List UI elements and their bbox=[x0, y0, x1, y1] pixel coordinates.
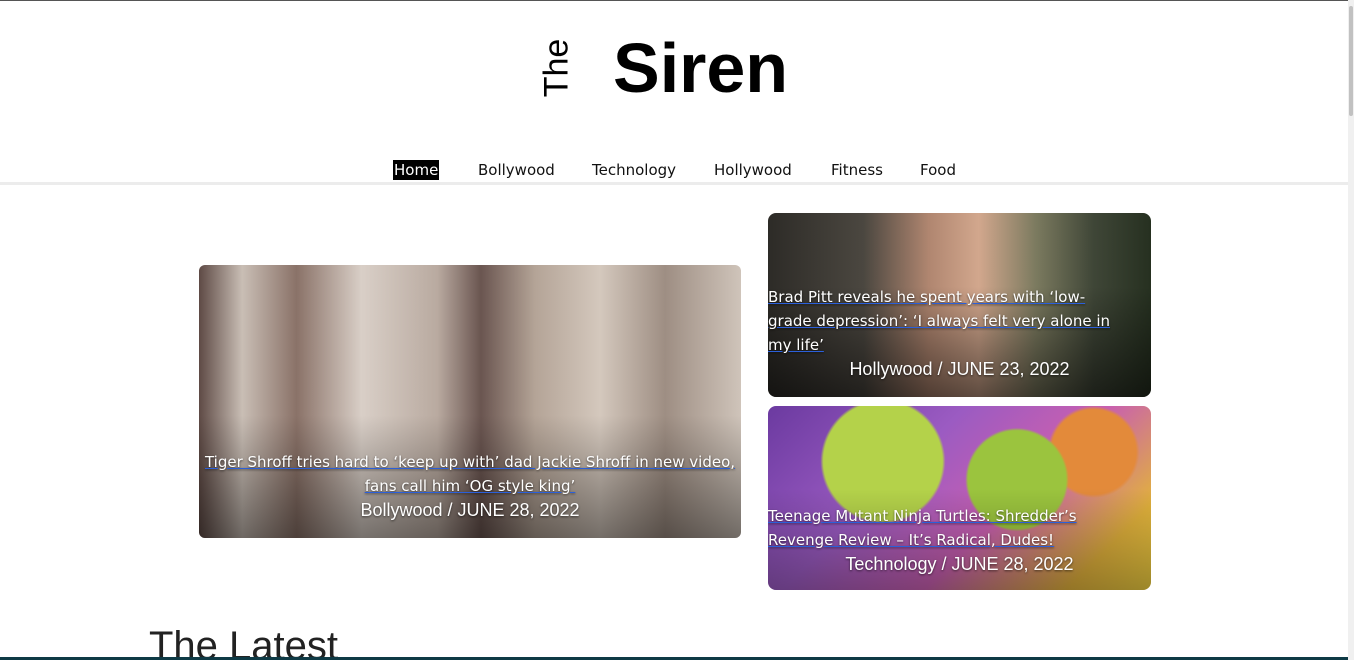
latest-heading: The Latest bbox=[149, 624, 339, 668]
logo-prefix[interactable]: The bbox=[536, 38, 576, 98]
nav-item-home[interactable]: Home bbox=[393, 160, 440, 180]
nav-item-food[interactable]: Food bbox=[919, 160, 957, 180]
top-border bbox=[0, 0, 1354, 1]
nav-item-hollywood[interactable]: Hollywood bbox=[713, 160, 793, 180]
featured-side-meta-2: Technology / JUNE 28, 2022 bbox=[845, 554, 1074, 574]
page-scrollbar[interactable] bbox=[1348, 0, 1354, 660]
nav-item-bollywood[interactable]: Bollywood bbox=[477, 160, 556, 180]
featured-side-caption-2: Teenage Mutant Ninja Turtles: Shredder’s… bbox=[768, 504, 1151, 576]
featured-side-title-1[interactable]: Brad Pitt reveals he spent years with ‘l… bbox=[768, 285, 1151, 357]
main-nav: Home Bollywood Technology Hollywood Fitn… bbox=[0, 158, 1348, 182]
featured-main-title[interactable]: Tiger Shroff tries hard to ‘keep up with… bbox=[203, 450, 737, 498]
featured-side-title-2[interactable]: Teenage Mutant Ninja Turtles: Shredder’s… bbox=[768, 504, 1151, 552]
logo-name[interactable]: Siren bbox=[613, 30, 788, 106]
nav-divider bbox=[0, 182, 1348, 185]
featured-side-caption-1: Brad Pitt reveals he spent years with ‘l… bbox=[768, 285, 1151, 381]
featured-main-card[interactable]: Tiger Shroff tries hard to ‘keep up with… bbox=[199, 265, 741, 538]
logo-prefix-text: The bbox=[537, 38, 575, 98]
featured-main-meta: Bollywood / JUNE 28, 2022 bbox=[360, 500, 580, 520]
nav-item-fitness[interactable]: Fitness bbox=[830, 160, 884, 180]
featured-side-card-2[interactable]: Teenage Mutant Ninja Turtles: Shredder’s… bbox=[768, 406, 1151, 590]
featured-side-meta-1: Hollywood / JUNE 23, 2022 bbox=[849, 359, 1070, 379]
featured-side-card-1[interactable]: Brad Pitt reveals he spent years with ‘l… bbox=[768, 213, 1151, 397]
nav-item-technology[interactable]: Technology bbox=[591, 160, 677, 180]
featured-main-caption: Tiger Shroff tries hard to ‘keep up with… bbox=[199, 450, 741, 522]
scrollbar-thumb[interactable] bbox=[1349, 6, 1353, 116]
